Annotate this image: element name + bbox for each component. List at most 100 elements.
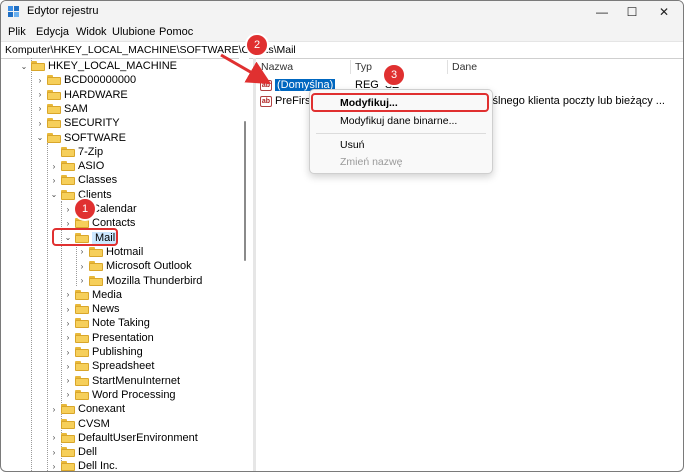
menu-edycja[interactable]: Edycja bbox=[36, 26, 69, 38]
maximize-button[interactable]: ☐ bbox=[617, 1, 647, 23]
tree-item-label: SAM bbox=[64, 102, 88, 115]
chevron-right-icon[interactable]: › bbox=[49, 433, 59, 442]
folder-icon bbox=[47, 132, 61, 143]
chevron-right-icon[interactable]: › bbox=[63, 319, 73, 328]
chevron-right-icon[interactable]: › bbox=[49, 176, 59, 185]
tree-item-label: Dell Inc. bbox=[78, 460, 118, 471]
menu-widok[interactable]: Widok bbox=[76, 26, 107, 38]
tree-item-label: ASIO bbox=[78, 160, 105, 173]
tree-item-presentation[interactable]: › Presentation bbox=[63, 331, 154, 345]
minimize-button[interactable]: — bbox=[587, 1, 617, 23]
chevron-right-icon[interactable]: › bbox=[49, 405, 59, 414]
folder-icon bbox=[61, 447, 75, 458]
folder-icon bbox=[89, 246, 103, 257]
tree-item-media[interactable]: › Media bbox=[63, 288, 122, 302]
chevron-right-icon[interactable]: › bbox=[35, 104, 45, 113]
tree-item-classes[interactable]: › Classes bbox=[49, 173, 117, 187]
tree-item-label: SOFTWARE bbox=[64, 131, 126, 144]
chevron-right-icon[interactable]: › bbox=[49, 162, 59, 171]
context-menu-delete[interactable]: Usuń bbox=[340, 139, 365, 151]
tree-item-label: StartMenuInternet bbox=[92, 374, 181, 387]
tree-item-hotmail[interactable]: › Hotmail bbox=[77, 245, 144, 259]
chevron-right-icon[interactable]: › bbox=[77, 276, 87, 285]
tree-item-security[interactable]: › SECURITY bbox=[35, 116, 120, 130]
tree-item-word-processing[interactable]: › Word Processing bbox=[63, 388, 176, 402]
tree-scrollbar-thumb[interactable] bbox=[244, 121, 246, 261]
chevron-down-icon[interactable]: ⌄ bbox=[49, 190, 59, 199]
chevron-right-icon[interactable]: › bbox=[63, 333, 73, 342]
close-button[interactable]: ✕ bbox=[649, 1, 679, 23]
folder-icon bbox=[89, 261, 103, 272]
tree-item-dell[interactable]: › Dell bbox=[49, 445, 97, 459]
menu-plik[interactable]: Plik bbox=[8, 26, 26, 38]
context-menu-rename[interactable]: Zmień nazwę bbox=[340, 156, 402, 168]
chevron-right-icon[interactable]: › bbox=[49, 448, 59, 457]
folder-icon bbox=[75, 304, 89, 315]
annotation-arrow-icon bbox=[220, 53, 272, 85]
tree-item-label: Dell bbox=[78, 446, 97, 459]
chevron-right-icon[interactable]: › bbox=[63, 362, 73, 371]
chevron-down-icon[interactable]: ⌄ bbox=[19, 62, 29, 71]
tree-item-spreadsheet[interactable]: › Spreadsheet bbox=[63, 359, 155, 373]
chevron-right-icon[interactable]: › bbox=[35, 76, 45, 85]
tree-item-hardware[interactable]: › HARDWARE bbox=[35, 88, 128, 102]
annotation-badge-1: 1 bbox=[73, 197, 97, 221]
menu-bar: Plik Edycja Widok Ulubione Pomoc bbox=[1, 23, 683, 41]
chevron-right-icon[interactable]: › bbox=[63, 219, 73, 228]
column-header-data[interactable]: Dane bbox=[452, 61, 477, 73]
tree-item-label: Note Taking bbox=[92, 317, 150, 330]
address-bar[interactable]: Komputer\HKEY_LOCAL_MACHINE\SOFTWARE\Cli… bbox=[1, 41, 683, 59]
folder-icon bbox=[31, 61, 45, 71]
column-header-type[interactable]: Typ bbox=[355, 61, 372, 73]
tree-item-software[interactable]: ⌄ SOFTWARE bbox=[35, 131, 126, 145]
highlight-modify-item bbox=[311, 93, 489, 112]
tree-item-bcd[interactable]: › BCD00000000 bbox=[35, 73, 137, 87]
tree-item-label: Media bbox=[92, 288, 122, 301]
column-separator[interactable] bbox=[350, 60, 351, 74]
pane-splitter[interactable] bbox=[253, 58, 256, 471]
tree-item-cvsm[interactable]: CVSM bbox=[49, 417, 110, 431]
tree-item-news[interactable]: › News bbox=[63, 302, 120, 316]
folder-icon bbox=[61, 404, 75, 415]
chevron-right-icon[interactable]: › bbox=[63, 305, 73, 314]
tree-item-label: Presentation bbox=[92, 331, 154, 344]
tree-guide bbox=[31, 58, 32, 471]
tree-item-mozilla-thunderbird[interactable]: › Mozilla Thunderbird bbox=[77, 274, 203, 288]
tree-item-label: Publishing bbox=[92, 346, 143, 358]
chevron-down-icon[interactable]: ⌄ bbox=[35, 133, 45, 142]
tree-item-publishing[interactable]: › Publishing bbox=[63, 345, 143, 359]
tree-item-label: Conexant bbox=[78, 403, 126, 416]
context-menu-modify-binary[interactable]: Modyfikuj dane binarne... bbox=[340, 115, 457, 127]
tree-item-note-taking[interactable]: › Note Taking bbox=[63, 316, 150, 330]
folder-icon bbox=[61, 461, 75, 471]
menu-ulubione[interactable]: Ulubione bbox=[112, 26, 155, 38]
tree-item-microsoft-outlook[interactable]: › Microsoft Outlook bbox=[77, 259, 192, 273]
tree-item-7zip[interactable]: 7-Zip bbox=[49, 145, 103, 159]
chevron-right-icon[interactable]: › bbox=[63, 348, 73, 357]
tree-item-label: 7-Zip bbox=[78, 145, 104, 158]
tree-item-asio[interactable]: › ASIO bbox=[49, 159, 105, 173]
chevron-right-icon[interactable]: › bbox=[77, 262, 87, 271]
chevron-right-icon[interactable]: › bbox=[63, 376, 73, 385]
chevron-right-icon[interactable]: › bbox=[63, 290, 73, 299]
chevron-right-icon[interactable]: › bbox=[49, 462, 59, 471]
folder-icon bbox=[61, 432, 75, 443]
chevron-right-icon[interactable]: › bbox=[77, 247, 87, 256]
tree-item-sam[interactable]: › SAM bbox=[35, 102, 88, 116]
tree-item-label: Spreadsheet bbox=[92, 360, 155, 373]
tree-item-defaultuserenvironment[interactable]: › DefaultUserEnvironment bbox=[49, 431, 198, 445]
chevron-right-icon[interactable]: › bbox=[63, 390, 73, 399]
tree-item-dell-inc[interactable]: › Dell Inc. bbox=[49, 459, 118, 471]
tree-item-startmenuinternet[interactable]: › StartMenuInternet bbox=[63, 374, 180, 388]
chevron-right-icon[interactable]: › bbox=[63, 205, 73, 214]
tree-item-conexant[interactable]: › Conexant bbox=[49, 402, 125, 416]
chevron-right-icon[interactable]: › bbox=[35, 119, 45, 128]
tree-item-hkey-local-machine[interactable]: ⌄ HKEY_LOCAL_MACHINE bbox=[19, 59, 177, 73]
chevron-right-icon[interactable]: › bbox=[35, 90, 45, 99]
menu-pomoc[interactable]: Pomoc bbox=[159, 26, 193, 38]
folder-icon bbox=[89, 275, 103, 286]
tree-item-label: Word Processing bbox=[92, 388, 176, 401]
tree-scrollbar[interactable] bbox=[239, 58, 249, 471]
tree-item-label: Microsoft Outlook bbox=[106, 260, 192, 273]
column-separator[interactable] bbox=[447, 60, 448, 74]
